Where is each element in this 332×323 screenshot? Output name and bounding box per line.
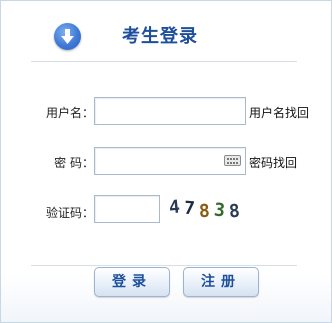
captcha-label: 验证码： [45,206,94,220]
login-button[interactable]: 登录 [94,267,170,297]
recover-username-link[interactable]: 用户名找回 [249,104,309,121]
captcha-char: 8 [198,200,211,223]
captcha-input[interactable] [94,195,160,223]
virtual-keyboard-icon[interactable] [224,155,241,166]
divider [31,265,297,266]
username-input[interactable] [94,97,246,125]
username-label: 用户名： [45,106,94,120]
header: 考生登录 [1,1,331,63]
password-label: 密 码： [54,156,94,170]
captcha-char: 4 [167,196,181,219]
divider [31,61,297,62]
register-button[interactable]: 注册 [183,267,259,297]
captcha-char: 8 [228,200,241,223]
captcha-char: 7 [183,197,196,220]
login-panel: 考生登录 用户名： 用户名找回 密 码： 密码找回 验证码： 4 7 8 3 8… [0,0,332,323]
recover-password-link[interactable]: 密码找回 [249,154,297,171]
captcha-image[interactable]: 4 7 8 3 8 [167,195,247,223]
page-title: 考生登录 [122,26,198,47]
captcha-char: 3 [212,199,226,222]
download-arrow-icon [54,23,81,50]
